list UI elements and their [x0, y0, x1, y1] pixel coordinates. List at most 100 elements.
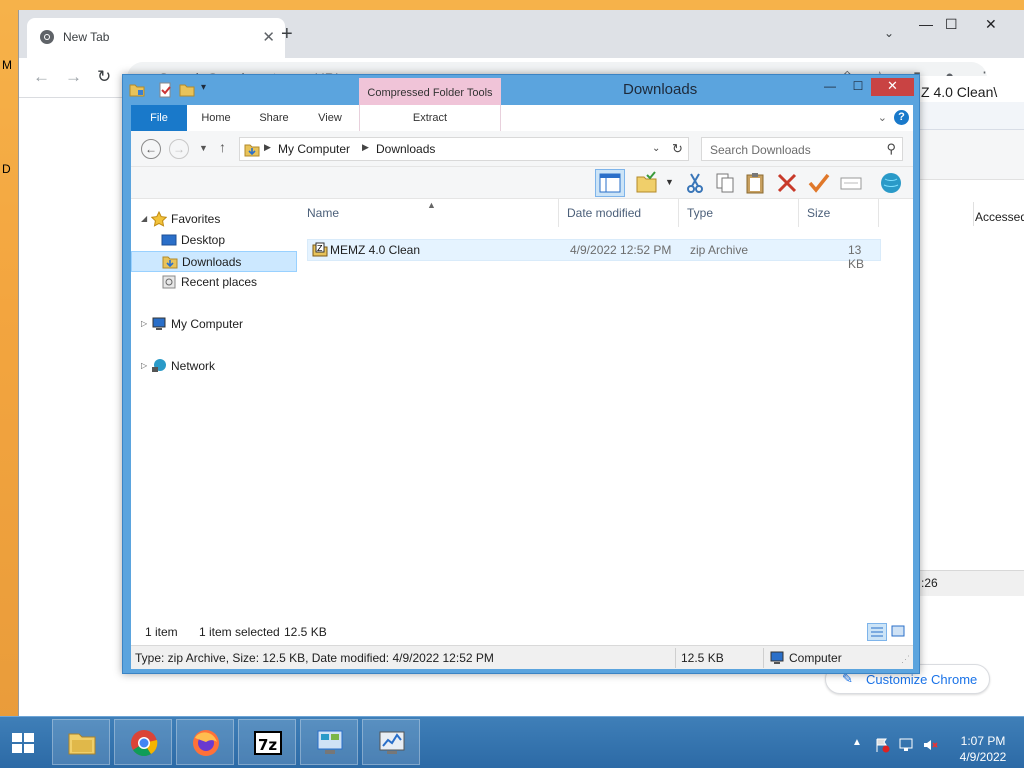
taskbar-firefox[interactable]	[176, 719, 234, 765]
back-button[interactable]: ←	[141, 139, 161, 159]
volume-muted-icon[interactable]	[922, 737, 938, 753]
column-size-label: Size	[807, 206, 831, 220]
column-header-type[interactable]: Type	[679, 199, 799, 227]
new-folder-dropdown-icon[interactable]: ▼	[665, 177, 674, 187]
back-arrow-icon[interactable]: ←	[33, 68, 50, 86]
minimize-button[interactable]: —	[817, 78, 843, 96]
nav-recent-places[interactable]: Recent places	[131, 272, 297, 293]
new-folder-button[interactable]	[635, 171, 659, 195]
close-button[interactable]: ✕	[871, 78, 914, 96]
search-placeholder: Search Downloads	[710, 143, 811, 157]
nav-favorites[interactable]: ◢ Favorites	[131, 209, 297, 230]
nav-favorites-label: Favorites	[171, 212, 221, 226]
breadcrumb-my-computer[interactable]: My Computer	[278, 142, 350, 156]
folder-check-icon	[636, 171, 657, 193]
tab-close-icon[interactable]: ✕	[262, 28, 275, 46]
background-window-status: :26	[921, 576, 938, 590]
address-dropdown-icon[interactable]: ⌄	[652, 143, 660, 154]
breadcrumb-downloads[interactable]: Downloads	[376, 142, 435, 156]
copy-icon	[716, 173, 734, 193]
breadcrumb-chevron-icon[interactable]: ▶	[264, 142, 271, 153]
status-divider	[675, 648, 676, 668]
chrome-minimize-button[interactable]: —	[919, 16, 933, 32]
column-header-date[interactable]: Date modified	[559, 199, 679, 227]
rename-button[interactable]	[807, 171, 831, 195]
search-icon[interactable]: ⚲	[886, 141, 896, 157]
forward-arrow-icon[interactable]: →	[65, 68, 82, 86]
svg-text:7z: 7z	[258, 736, 277, 754]
expand-ribbon-icon[interactable]: ⌄	[878, 111, 887, 124]
start-windows-icon[interactable]	[8, 731, 38, 755]
new-tab-button[interactable]: +	[281, 24, 293, 44]
column-date-label: Date modified	[567, 206, 642, 220]
folder-properties-icon[interactable]	[129, 82, 145, 98]
column-header-size[interactable]: Size	[799, 199, 879, 227]
taskbar-chrome[interactable]	[114, 719, 172, 765]
taskbar-clock[interactable]: 1:07 PM 4/9/2022	[948, 733, 1018, 765]
window-title: Downloads	[623, 81, 698, 98]
chrome-maximize-button[interactable]: ☐	[945, 16, 958, 33]
taskbar-7zip[interactable]: 7z	[238, 719, 296, 765]
flag-alert-icon[interactable]	[874, 737, 890, 753]
network-status-icon[interactable]	[898, 737, 914, 753]
tab-extract[interactable]: Extract	[359, 105, 501, 131]
checkmark-icon	[808, 173, 830, 193]
column-header-name[interactable]: Name ▲	[299, 199, 559, 227]
item-count: 1 item	[145, 625, 178, 639]
explorer-titlebar[interactable]: ▾ Compressed Folder Tools Downloads — ☐ …	[123, 75, 919, 105]
taskbar-system-monitor[interactable]	[362, 719, 420, 765]
copy-button[interactable]	[713, 171, 737, 195]
nav-downloads[interactable]: Downloads	[131, 251, 297, 272]
properties-button[interactable]	[839, 171, 863, 195]
status-divider	[763, 648, 764, 668]
zip-archive-icon: Z	[312, 242, 328, 257]
tab-search-icon[interactable]: ⌄	[884, 26, 894, 40]
refresh-icon[interactable]: ↻	[672, 141, 683, 157]
tab-view[interactable]: View	[305, 105, 355, 131]
nav-recent-label: Recent places	[181, 275, 258, 289]
nav-network[interactable]: ▷ Network	[131, 356, 297, 377]
tab-share[interactable]: Share	[249, 105, 299, 131]
network-globe-button[interactable]	[879, 171, 903, 195]
file-row[interactable]: Z MEMZ 4.0 Clean 4/9/2022 12:52 PM zip A…	[307, 239, 881, 271]
explorer-window[interactable]: ▾ Compressed Folder Tools Downloads — ☐ …	[122, 74, 920, 674]
taskbar-file-explorer[interactable]	[52, 719, 110, 765]
column-header-accessed[interactable]: Accessed	[975, 210, 1024, 224]
preview-pane-icon	[599, 173, 621, 193]
address-bar[interactable]: ▶ My Computer ▶ Downloads ⌄ ↻	[239, 137, 689, 161]
search-input[interactable]: Search Downloads ⚲	[701, 137, 903, 161]
expand-arrow-icon[interactable]: ▷	[141, 319, 147, 328]
recent-locations-icon[interactable]: ▼	[199, 143, 208, 153]
up-button[interactable]: ↑	[219, 139, 226, 155]
properties-icon[interactable]	[157, 82, 173, 98]
resize-grip-icon[interactable]: ⋰	[901, 654, 910, 665]
reload-icon[interactable]: ↻	[97, 68, 111, 86]
collapse-arrow-icon[interactable]: ◢	[141, 214, 147, 223]
tab-home[interactable]: Home	[191, 105, 241, 131]
forward-button[interactable]: →	[169, 139, 189, 159]
nav-desktop[interactable]: Desktop	[131, 230, 297, 251]
cut-button[interactable]	[683, 171, 707, 195]
new-folder-icon[interactable]	[179, 82, 195, 98]
details-view-button[interactable]	[867, 623, 887, 641]
paste-button[interactable]	[743, 171, 767, 195]
large-icons-view-button[interactable]	[889, 623, 909, 641]
chrome-tab[interactable]: New Tab ✕	[27, 18, 285, 58]
maximize-button[interactable]: ☐	[845, 78, 871, 96]
chrome-close-button[interactable]: ✕	[985, 16, 997, 33]
network-icon	[152, 359, 166, 372]
nav-my-computer[interactable]: ▷ My Computer	[131, 314, 297, 335]
taskbar-control-panel[interactable]	[300, 719, 358, 765]
breadcrumb-chevron-icon[interactable]: ▶	[362, 142, 369, 153]
large-icons-view-icon	[891, 625, 905, 637]
computer-icon	[152, 317, 166, 330]
background-explorer-window[interactable]: Z 4.0 Clean\ Accessed :26	[916, 76, 1024, 606]
tab-file[interactable]: File	[131, 105, 187, 131]
show-hidden-icons-icon[interactable]: ▲	[852, 737, 862, 748]
preview-pane-button[interactable]	[595, 169, 625, 197]
expand-arrow-icon[interactable]: ▷	[141, 361, 147, 370]
help-icon[interactable]: ?	[894, 110, 909, 125]
delete-button[interactable]	[775, 171, 799, 195]
clipboard-icon	[746, 173, 764, 194]
customize-qat-icon[interactable]: ▾	[201, 82, 206, 93]
